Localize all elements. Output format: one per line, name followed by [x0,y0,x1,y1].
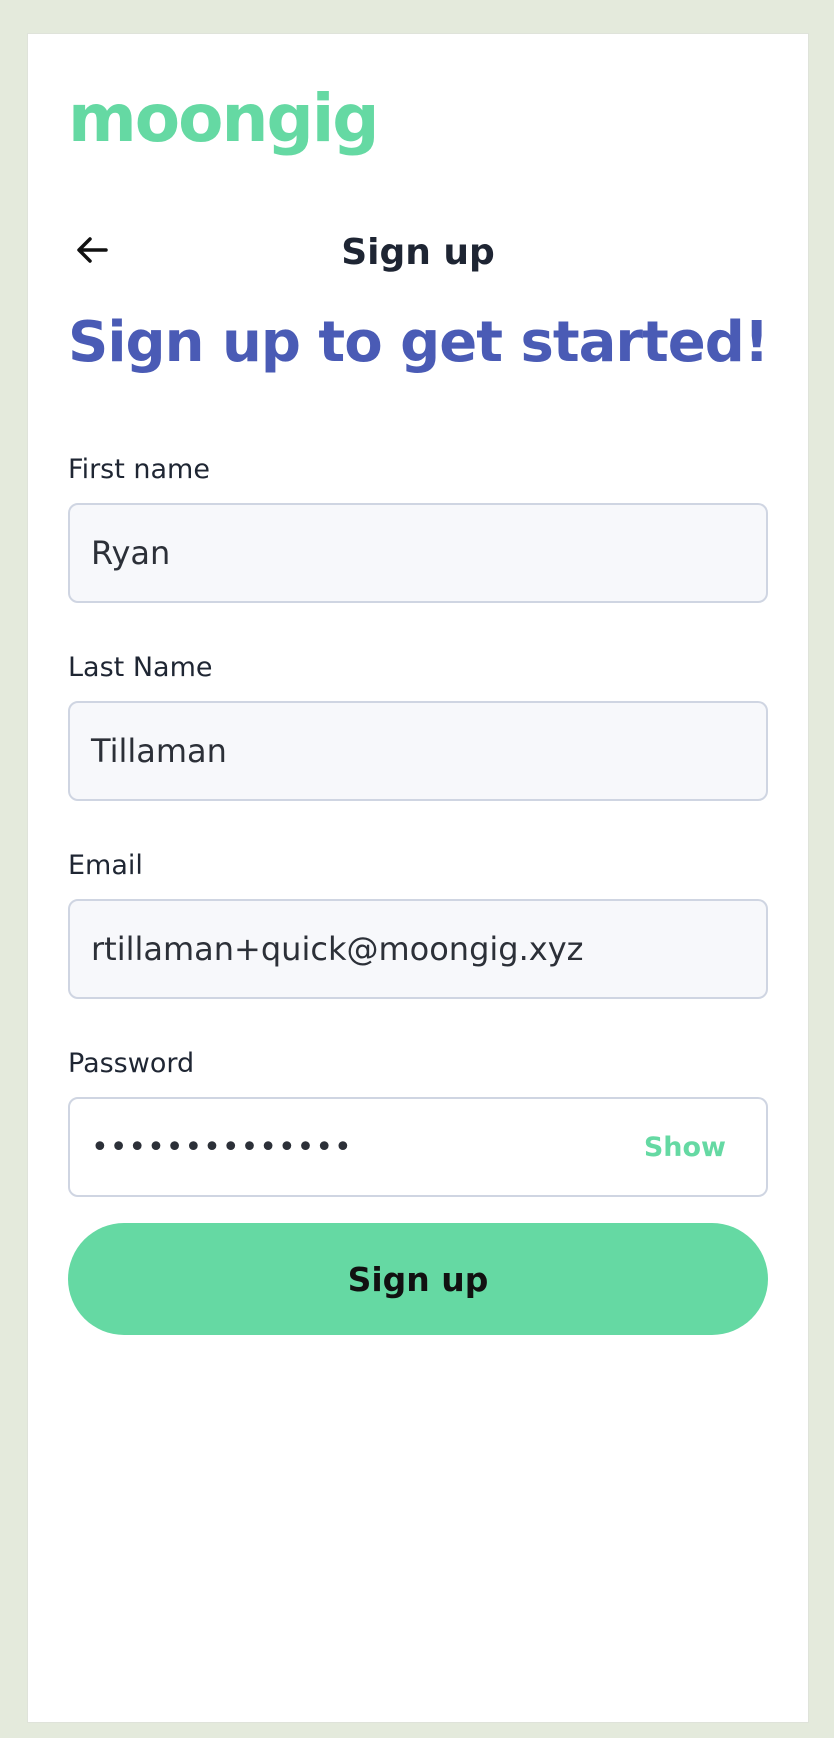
first-name-label: First name [68,454,210,485]
page-title: Sign up [341,232,495,273]
signup-button-label: Sign up [347,1259,489,1299]
password-field[interactable]: •••••••••••••• Show [68,1097,768,1197]
password-masked-value: •••••••••••••• [91,1129,353,1165]
last-name-value: Tillaman [91,732,227,770]
first-name-value: Ryan [91,534,171,572]
show-password-button[interactable]: Show [644,1099,726,1195]
first-name-field[interactable]: Ryan [68,503,768,603]
signup-card: moongig Sign up Sign up to get started! … [27,33,809,1723]
signup-button[interactable]: Sign up [68,1223,768,1335]
moongig-logo: moongig [68,80,380,157]
password-label: Password [68,1048,195,1079]
last-name-label: Last Name [68,652,213,683]
signup-headline: Sign up to get started! [68,310,769,375]
email-label: Email [68,850,143,881]
email-value: rtillaman+quick@moongig.xyz [91,930,584,968]
last-name-field[interactable]: Tillaman [68,701,768,801]
email-field[interactable]: rtillaman+quick@moongig.xyz [68,899,768,999]
logo-text: moongig [68,80,380,157]
